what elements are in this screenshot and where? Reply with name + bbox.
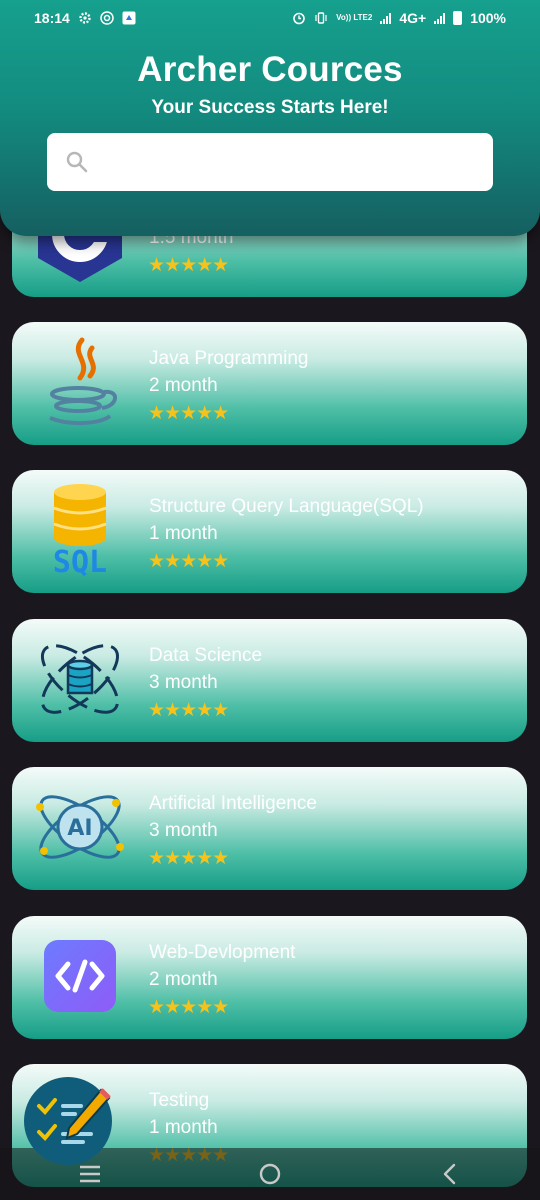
svg-text:AI: AI xyxy=(67,816,92,841)
app-title: Archer Cources xyxy=(137,50,403,89)
search-input[interactable] xyxy=(103,152,483,172)
status-left: 18:14 xyxy=(34,10,136,26)
back-button[interactable] xyxy=(430,1154,470,1194)
rating-stars: ★★★★★ xyxy=(148,848,229,869)
course-title: Artificial Intelligence xyxy=(149,793,317,814)
sql-icon: SQL xyxy=(53,484,107,580)
menu-icon xyxy=(80,1165,100,1183)
course-duration: 2 month xyxy=(149,969,218,990)
course-card[interactable]: Java Programming 2 month ★★★★★ xyxy=(12,322,527,445)
target-icon xyxy=(100,11,114,25)
rating-stars: ★★★★★ xyxy=(148,551,229,572)
testing-icon[interactable] xyxy=(23,1076,113,1166)
gear-icon xyxy=(79,12,91,24)
battery-level: 100% xyxy=(470,10,506,26)
rating-stars: ★★★★★ xyxy=(148,700,229,721)
ai-icon: AI xyxy=(36,795,124,859)
course-card[interactable]: Web-Devlopment 2 month ★★★★★ xyxy=(12,916,527,1039)
back-chevron-icon xyxy=(443,1163,456,1185)
rating-stars: ★★★★★ xyxy=(148,403,229,424)
course-title: Web-Devlopment xyxy=(149,942,296,963)
clock-time: 18:14 xyxy=(34,10,70,26)
course-card[interactable]: AI Artificial Intelligence 3 month ★★★★★ xyxy=(12,767,527,890)
course-duration: 3 month xyxy=(149,672,218,693)
home-circle-icon xyxy=(259,1163,281,1185)
volte-label: Vo)) LTE2 xyxy=(336,13,373,22)
app-subtitle: Your Success Starts Here! xyxy=(151,97,389,118)
course-title: Data Science xyxy=(149,645,263,666)
course-title: Structure Query Language(SQL) xyxy=(149,496,424,517)
search-icon xyxy=(66,151,88,173)
home-button[interactable] xyxy=(250,1154,290,1194)
alarm-icon xyxy=(293,12,305,25)
rating-stars: ★★★★★ xyxy=(148,255,229,276)
course-card[interactable]: SQL Structure Query Language(SQL) 1 mont… xyxy=(12,470,527,593)
signal-icon-2 xyxy=(434,12,446,24)
course-title: Java Programming xyxy=(149,348,309,369)
svg-text:SQL: SQL xyxy=(53,545,107,580)
course-duration: 1 month xyxy=(149,1117,218,1138)
app-notification-icon xyxy=(122,11,136,25)
search-bar[interactable] xyxy=(47,133,493,191)
code-icon xyxy=(44,940,116,1012)
battery-icon xyxy=(453,11,463,25)
course-duration: 3 month xyxy=(149,820,218,841)
signal-icon xyxy=(380,12,392,24)
course-card[interactable]: Data Science 3 month ★★★★★ xyxy=(12,619,527,742)
status-right: Vo)) LTE2 4G+ 100% xyxy=(292,10,506,26)
vibrate-icon xyxy=(315,12,327,24)
course-title: Testing xyxy=(149,1090,210,1111)
course-duration: 2 month xyxy=(149,375,218,396)
rating-stars: ★★★★★ xyxy=(148,997,229,1018)
data-science-icon xyxy=(40,644,120,714)
network-label: 4G+ xyxy=(399,10,427,26)
java-icon xyxy=(49,337,117,426)
course-duration: 1 month xyxy=(149,523,218,544)
status-bar: 18:14 Vo)) LTE2 4G+ 100% xyxy=(0,0,540,36)
